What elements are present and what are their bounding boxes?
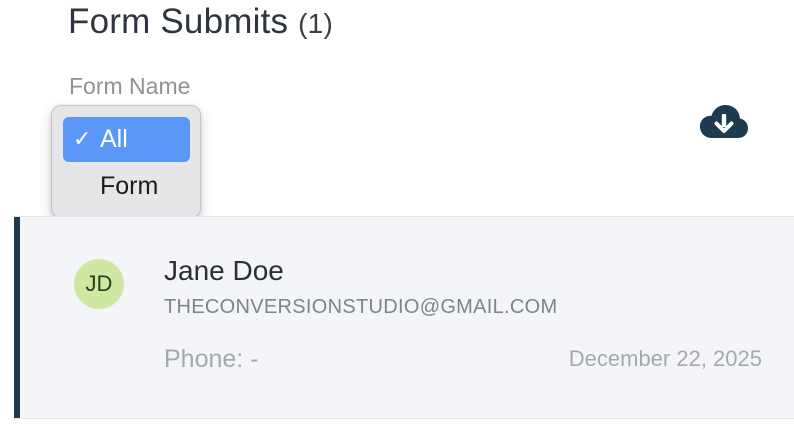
cloud-download-icon: [700, 105, 748, 138]
submission-count: (1): [298, 8, 333, 39]
dropdown-option-all[interactable]: ✓ All: [63, 117, 190, 162]
avatar: JD: [74, 259, 124, 309]
checkmark-icon: ✓: [73, 127, 92, 152]
submitter-email: THECONVERSIONSTUDIO@GMAIL.COM: [164, 296, 558, 318]
selected-accent-bar: [14, 217, 20, 418]
download-button[interactable]: [699, 104, 749, 142]
submitter-name: Jane Doe: [164, 255, 284, 286]
submitter-phone: Phone: -: [164, 345, 259, 373]
form-name-dropdown-menu[interactable]: ✓ All Form: [51, 105, 201, 218]
dropdown-option-form[interactable]: Form: [63, 164, 190, 209]
dropdown-option-label: Form: [100, 172, 159, 200]
dropdown-option-label: All: [100, 125, 128, 153]
form-name-filter-label: Form Name: [69, 73, 191, 99]
form-submits-page: Form Submits (1) Form Name ✓ All Form JD…: [0, 0, 794, 432]
page-title: Form Submits (1): [68, 2, 333, 42]
submission-card[interactable]: JD Jane Doe THECONVERSIONSTUDIO@GMAIL.CO…: [14, 216, 794, 419]
page-title-text: Form Submits: [68, 2, 289, 41]
submission-date: December 22, 2025: [568, 346, 762, 371]
